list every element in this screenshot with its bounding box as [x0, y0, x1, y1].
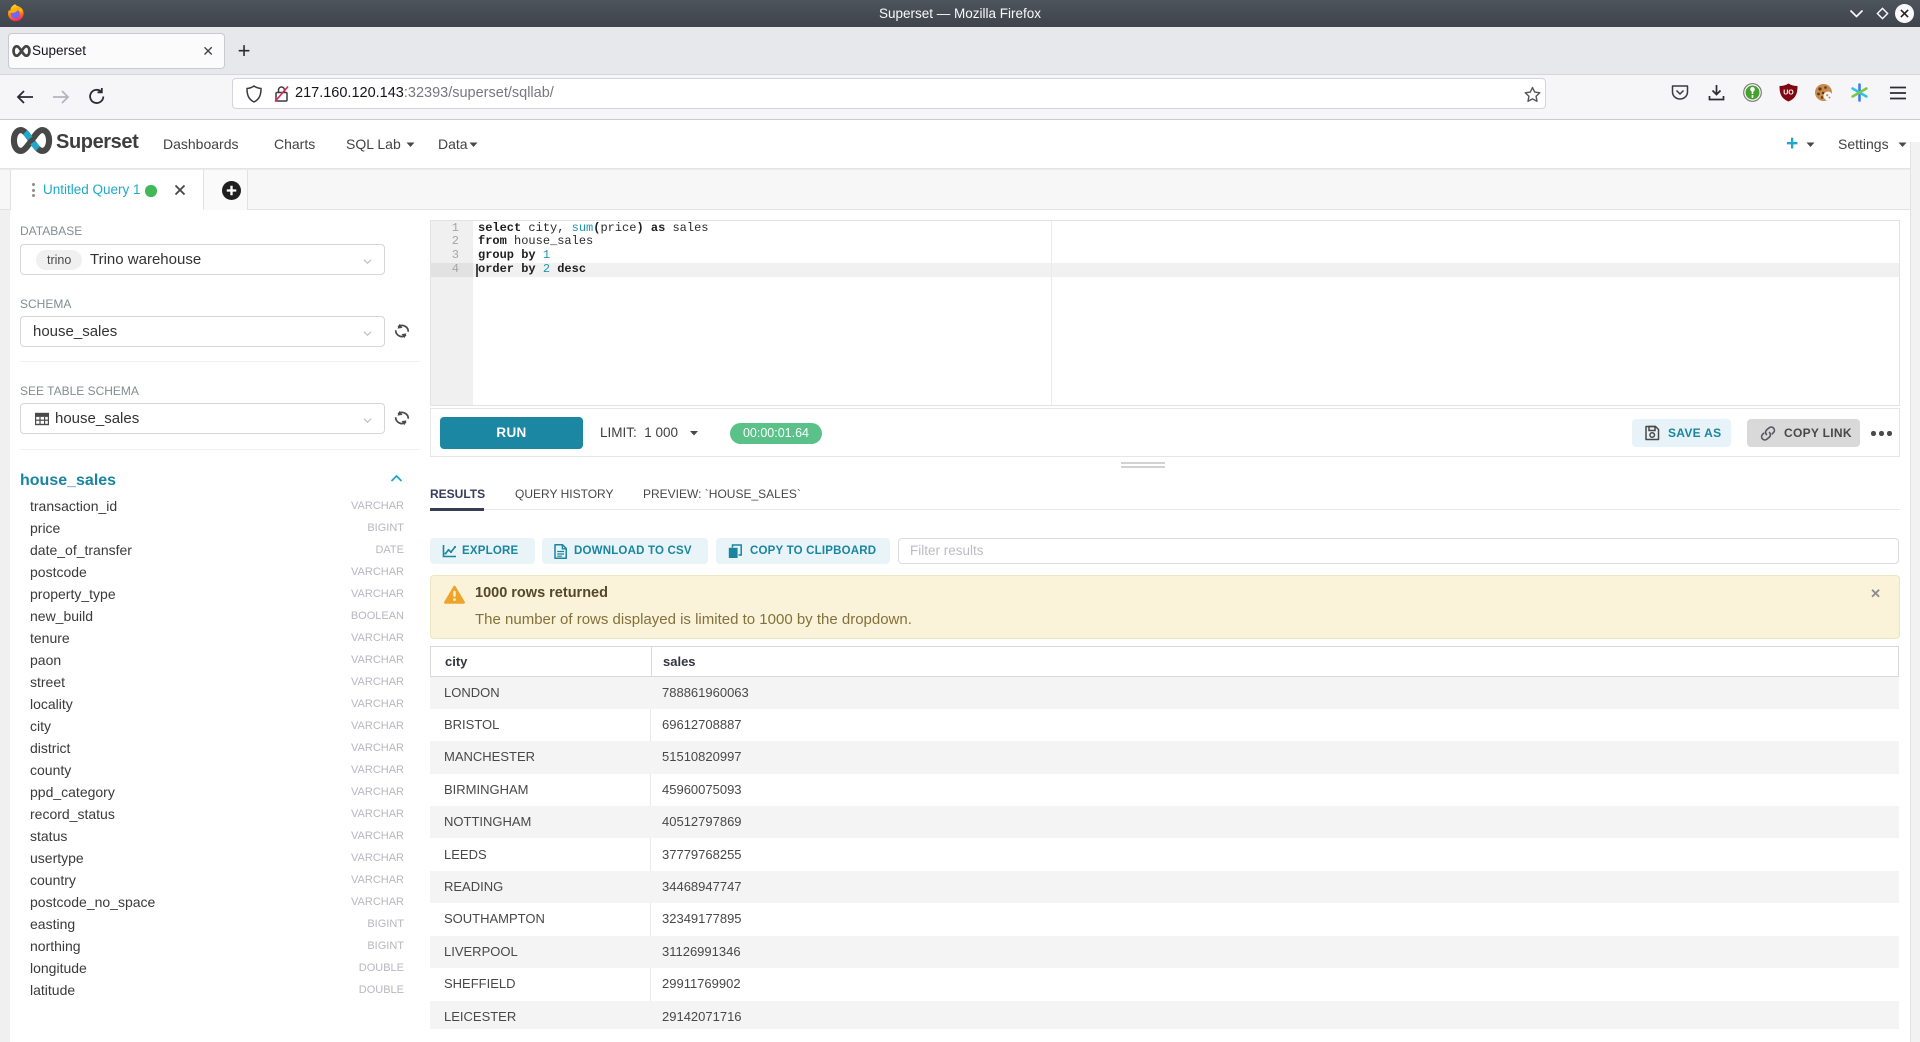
- svg-text:UO: UO: [1783, 90, 1794, 97]
